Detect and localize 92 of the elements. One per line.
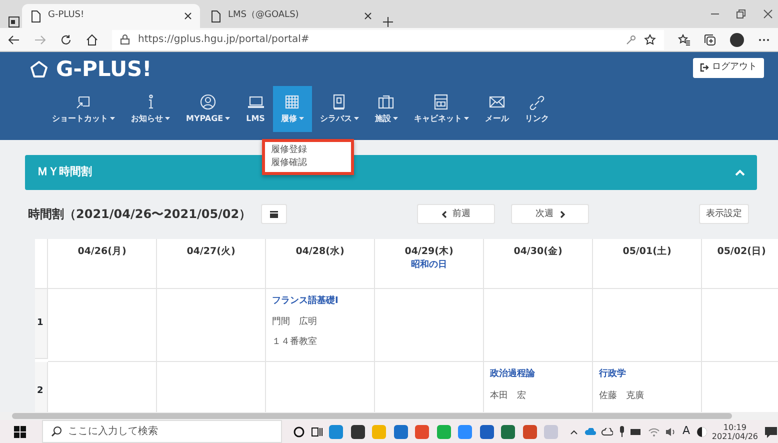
page-icon [210, 10, 222, 22]
address-field[interactable]: https://gplus.hgu.jp/portal/portal# [112, 30, 664, 50]
cabinet-icon [432, 94, 450, 110]
column-header: 05/01(土) [622, 244, 672, 259]
logout-button[interactable]: ログアウト [693, 58, 764, 78]
shortcut-icon [74, 94, 92, 110]
info-icon [146, 94, 154, 110]
scrollbar-thumb[interactable] [12, 413, 732, 419]
menu-item[interactable]: 履修確認 [271, 157, 345, 170]
calendar-icon [270, 210, 278, 218]
nav-item[interactable]: メール [476, 86, 517, 132]
menu-item[interactable]: 履修登録 [271, 144, 345, 157]
speaker-icon[interactable] [665, 426, 677, 436]
panel-title: ＭＹ時間割 [37, 164, 92, 180]
cortana-icon[interactable] [293, 426, 305, 438]
column-header: 04/27(火) [186, 244, 236, 259]
chevron-up-icon[interactable] [735, 168, 745, 176]
back-icon[interactable] [8, 34, 20, 46]
restore-icon[interactable] [736, 9, 746, 19]
notification-icon[interactable] [764, 426, 778, 438]
room-name: １４番教室 [272, 336, 318, 349]
avatar-icon[interactable] [730, 32, 744, 46]
search-icon [51, 426, 62, 437]
calendar-button[interactable] [261, 204, 288, 224]
status-icon[interactable] [696, 426, 708, 438]
collections-icon[interactable] [704, 34, 716, 46]
link-icon [528, 94, 546, 110]
caret-up-icon[interactable] [570, 428, 578, 434]
prev-week-button[interactable]: 前週 [417, 204, 496, 224]
timetable-title: 時間割（2021/04/26〜2021/05/02） [28, 206, 252, 224]
app-icon[interactable] [500, 424, 516, 440]
column-header: 04/30(金) [512, 244, 564, 259]
building-icon [377, 94, 396, 110]
input-mode-indicator[interactable]: A [682, 423, 690, 440]
column-header: 05/02(日) [716, 244, 767, 259]
course-link[interactable]: フランス語基礎Ⅰ [272, 294, 368, 308]
nav-item[interactable]: お知らせ [123, 86, 178, 132]
period-number: 1 [37, 316, 44, 330]
period-number: 2 [37, 385, 44, 398]
course-link[interactable]: 行政学 [599, 368, 695, 382]
key-icon[interactable] [626, 34, 636, 44]
nav-item[interactable]: リンク [516, 86, 557, 132]
favorite-add-icon[interactable] [644, 34, 656, 46]
close-icon[interactable] [762, 9, 772, 19]
task-view-icon[interactable] [310, 426, 322, 438]
taskbar-search-field[interactable]: ここに入力して検索 [42, 420, 282, 443]
teacher-name: 本田 宏 [490, 390, 527, 403]
grid-icon [283, 94, 302, 110]
page-icon [30, 10, 42, 22]
column-header: 04/26(月) [76, 244, 128, 259]
favorites-icon[interactable] [678, 34, 690, 46]
chevron-right-icon [560, 210, 565, 218]
nav-item[interactable]: シラバス [312, 86, 367, 132]
logout-icon [700, 63, 709, 72]
microphone-icon[interactable] [618, 426, 624, 437]
column-header: 04/28(水) [294, 244, 346, 259]
nav-item[interactable]: キャビネット [406, 86, 477, 132]
close-icon[interactable] [184, 12, 192, 20]
reload-icon[interactable] [60, 34, 72, 46]
mail-icon [488, 94, 506, 110]
close-icon[interactable] [364, 12, 372, 20]
home-icon[interactable] [86, 34, 98, 46]
display-settings-button[interactable]: 表示設定 [699, 204, 750, 224]
nav-item[interactable]: MYPAGE [178, 86, 238, 132]
chevron-left-icon [442, 210, 447, 218]
user-icon [199, 94, 218, 110]
new-tab-icon[interactable] [382, 16, 394, 28]
nav-item[interactable]: 施設 [366, 86, 406, 132]
start-icon[interactable] [14, 426, 26, 438]
nav-item[interactable]: ショートカット [44, 86, 123, 132]
lock-icon [120, 34, 130, 45]
holiday-label: 昭和の日 [410, 259, 448, 272]
taskbar-date[interactable]: 2021/04/26 [712, 432, 758, 440]
browser-tab[interactable]: G-PLUS! [22, 4, 200, 28]
teacher-name: 門間 広明 [272, 316, 318, 330]
column-header: 04/29(木) [404, 244, 454, 259]
logo-text: G-PLUS! [56, 56, 152, 84]
nav-item[interactable]: LMS [238, 86, 273, 132]
tab-actions-icon[interactable] [8, 16, 20, 28]
laptop-icon [246, 94, 265, 110]
browser-tab[interactable]: LMS（@GOALS) [202, 4, 380, 28]
cloud-icon[interactable] [601, 428, 613, 436]
app-icon[interactable] [478, 424, 494, 440]
app-icon[interactable] [350, 424, 366, 440]
next-week-button[interactable]: 次週 [511, 204, 590, 224]
course-link[interactable]: 政治過程論 [490, 368, 586, 382]
taskbar-time[interactable]: 10:19 [712, 422, 758, 432]
teacher-name: 佐藤 克廣 [599, 390, 645, 403]
more-icon[interactable] [758, 38, 770, 42]
wifi-icon[interactable] [648, 426, 660, 436]
logo-icon [30, 61, 48, 79]
battery-icon[interactable] [630, 428, 642, 436]
